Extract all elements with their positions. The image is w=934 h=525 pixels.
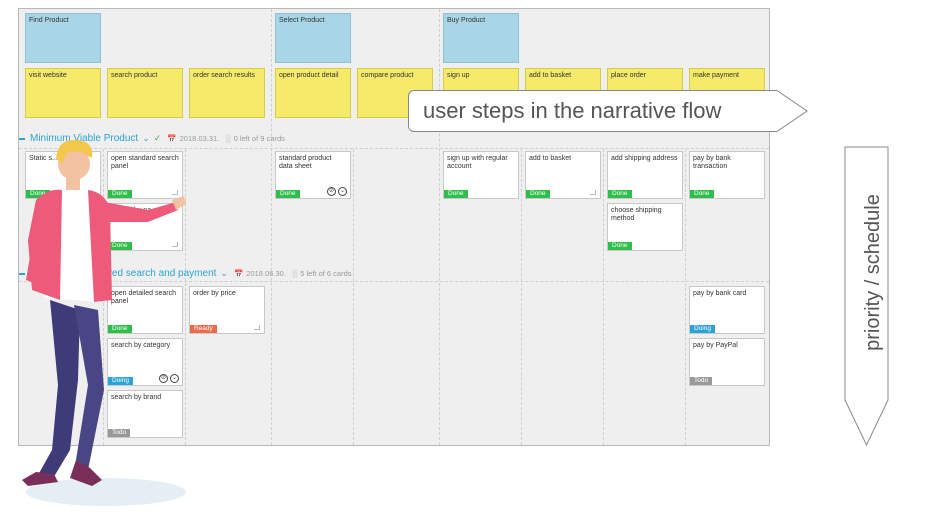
callout-arrow (767, 90, 808, 132)
column-divider (439, 9, 440, 445)
activity-card[interactable]: Find Product (25, 13, 101, 63)
story-card[interactable]: pay by PayPal Todo (689, 338, 765, 386)
release-count: 0 left of 9 cards (233, 134, 285, 143)
card-text: order by price (193, 290, 236, 297)
column-divider (603, 149, 604, 445)
story-card[interactable]: add shipping address Done (607, 151, 683, 199)
priority-label: priority / schedule (858, 162, 888, 382)
card-text: add to basket (529, 72, 572, 79)
column-divider (271, 9, 272, 445)
card-text: search product (111, 72, 158, 79)
column-divider (521, 149, 522, 445)
card-text: place order (611, 72, 647, 79)
card-text: Find Product (29, 17, 69, 24)
card-text: add to basket (529, 155, 572, 162)
story-card[interactable]: pay by bank card Doing (689, 286, 765, 334)
story-card[interactable]: pay by bank transaction Done (689, 151, 765, 199)
task-card[interactable]: open product detail (275, 68, 351, 118)
task-card[interactable]: visit website (25, 68, 101, 118)
card-text: pay by bank transaction (693, 155, 731, 170)
status-badge: Ready (190, 325, 217, 333)
card-corner-icon (254, 325, 260, 330)
card-text: open product detail (279, 72, 339, 79)
release-date: 2018.06.30. (246, 269, 286, 278)
priority-label-text: priority / schedule (861, 193, 884, 351)
card-text: pay by bank card (693, 290, 747, 297)
presenter-illustration (22, 139, 186, 506)
status-badge: Todo (690, 377, 713, 385)
column-divider (353, 149, 354, 445)
card-text: Select Product (279, 17, 325, 24)
card-text: Buy Product (447, 17, 486, 24)
chevron-down-icon[interactable]: ⌄ (220, 268, 228, 279)
bar-chart-icon: ░ (291, 269, 298, 278)
card-text: compare product (361, 72, 414, 79)
calendar-icon: 📅 (233, 269, 244, 278)
card-corner-icon (590, 190, 596, 195)
chevron-down-icon[interactable]: ⌄ (338, 187, 347, 196)
story-card[interactable]: order by price Ready (189, 286, 265, 334)
story-card[interactable]: add to basket Done (525, 151, 601, 199)
story-card[interactable]: standard product data sheet Done ⊘ ⌄ (275, 151, 351, 199)
column-divider (685, 149, 686, 445)
activity-card[interactable]: Select Product (275, 13, 351, 63)
status-badge: Done (526, 190, 550, 198)
card-text: choose shipping method (611, 207, 662, 222)
card-text: visit website (29, 72, 67, 79)
status-badge: Done (444, 190, 468, 198)
card-actions: ⊘ ⌄ (327, 187, 347, 196)
release-count: 5 left of 6 cards (300, 269, 352, 278)
story-card[interactable]: sign up with regular account Done (443, 151, 519, 199)
card-text: order search results (193, 72, 255, 79)
task-card[interactable]: search product (107, 68, 183, 118)
card-text: make payment (693, 72, 739, 79)
activity-card[interactable]: Buy Product (443, 13, 519, 63)
card-text: sign up with regular account (447, 155, 508, 170)
callout-text: user steps in the narrative flow (408, 90, 768, 132)
status-badge: Done (690, 190, 714, 198)
bar-chart-icon: ░ (225, 134, 231, 143)
edit-icon[interactable]: ⊘ (327, 187, 336, 196)
task-card[interactable]: order search results (189, 68, 265, 118)
card-text: add shipping address (611, 155, 678, 162)
status-badge: Doing (690, 325, 715, 333)
story-card[interactable]: choose shipping method Done (607, 203, 683, 251)
card-text: pay by PayPal (693, 342, 738, 349)
card-text: sign up (447, 72, 470, 79)
status-badge: Done (608, 190, 632, 198)
card-text: standard product data sheet (279, 155, 332, 170)
status-badge: Done (608, 242, 632, 250)
status-badge: Done (276, 190, 300, 198)
